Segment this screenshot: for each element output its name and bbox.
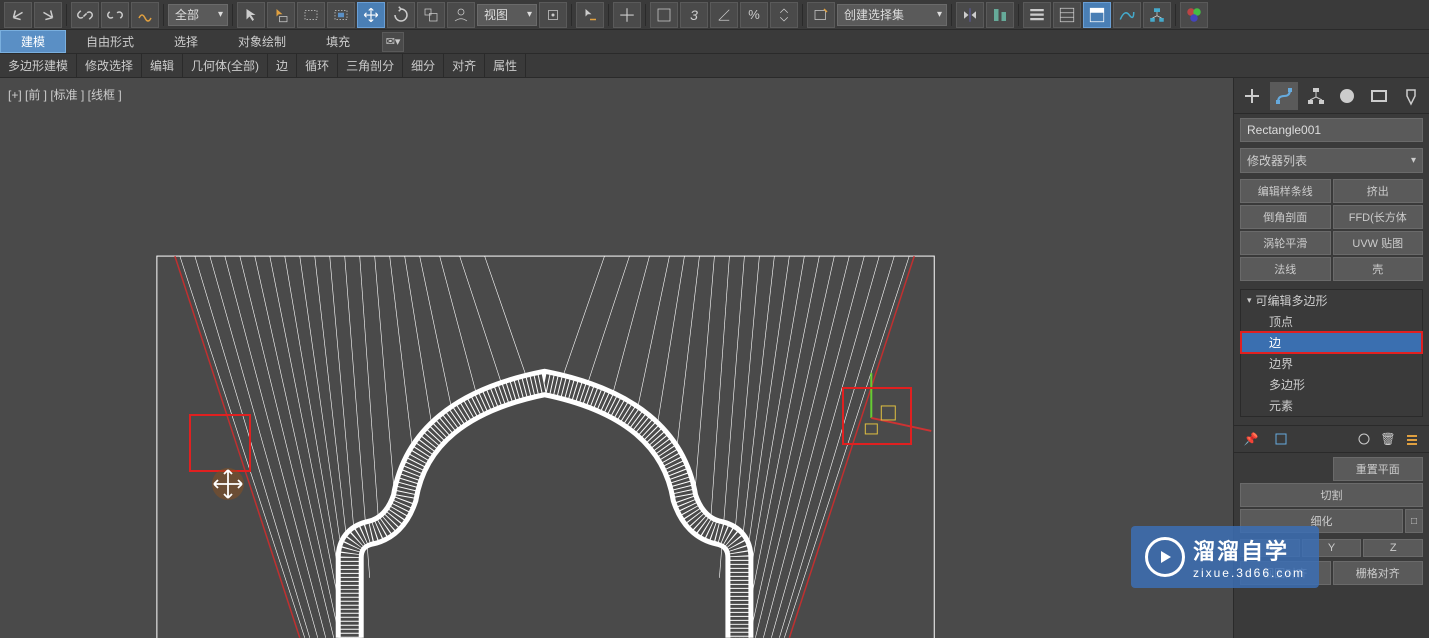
toggle-scene-explorer-button[interactable] [1023,2,1051,28]
mod-edit-spline-button[interactable]: 编辑样条线 [1240,179,1331,203]
material-editor-button[interactable] [1180,2,1208,28]
sub-geometry-all[interactable]: 几何体(全部) [183,54,268,77]
watermark-overlay: 溜溜自学 zixue.3d66.com [1131,526,1319,588]
mirror-button[interactable] [956,2,984,28]
select-and-scale-button[interactable] [417,2,445,28]
subobject-edge[interactable]: 边 [1241,332,1422,353]
stack-root-editable-poly[interactable]: 可编辑多边形 [1241,290,1422,311]
rectangular-region-button[interactable] [297,2,325,28]
unlink-button[interactable] [101,2,129,28]
bind-spacewarp-button[interactable] [131,2,159,28]
mod-extrude-button[interactable]: 挤出 [1333,179,1424,203]
ribbon-tab-populate[interactable]: 填充 [306,30,370,53]
annotation-box-right [842,387,912,445]
sub-modify-selection[interactable]: 修改选择 [77,54,142,77]
use-pivot-center-button[interactable] [539,2,567,28]
mod-turbosmooth-button[interactable]: 涡轮平滑 [1240,231,1331,255]
subobject-border[interactable]: 边界 [1241,353,1422,374]
select-by-name-button[interactable] [267,2,295,28]
create-tab-button[interactable] [1238,82,1266,110]
sub-subdivision[interactable]: 细分 [403,54,444,77]
sub-polygon-modeling[interactable]: 多边形建模 [0,54,77,77]
mod-shell-button[interactable]: 壳 [1333,257,1424,281]
move-cursor-icon [208,464,248,504]
mod-bevel-profile-button[interactable]: 倒角剖面 [1240,205,1331,229]
command-panel-tabs [1234,78,1429,114]
hierarchy-tab-button[interactable] [1302,82,1330,110]
align-button[interactable] [986,2,1014,28]
toggle-ribbon-button[interactable] [1083,2,1111,28]
ribbon-tab-freeform[interactable]: 自由形式 [66,30,154,53]
sub-edit[interactable]: 编辑 [142,54,183,77]
watermark-url: zixue.3d66.com [1193,566,1305,580]
viewport-front[interactable]: [+] [前 ] [标准 ] [线框 ] [0,78,1234,638]
curve-editor-button[interactable] [1113,2,1141,28]
modifier-list-dropdown[interactable]: 修改器列表 [1240,148,1423,173]
motion-tab-button[interactable] [1333,82,1361,110]
angle-snap-button[interactable] [710,2,738,28]
spinner-snap-button[interactable] [770,2,798,28]
undo-button[interactable] [4,2,32,28]
watermark-title: 溜溜自学 [1193,534,1305,566]
subobject-vertex[interactable]: 顶点 [1241,311,1422,332]
mod-normal-button[interactable]: 法线 [1240,257,1331,281]
sub-align[interactable]: 对齐 [444,54,485,77]
cut-button[interactable]: 切割 [1240,483,1423,507]
window-crossing-button[interactable] [327,2,355,28]
schematic-view-button[interactable] [1143,2,1171,28]
select-and-rotate-button[interactable] [387,2,415,28]
ribbon-misc-button[interactable]: ✉▾ [382,32,404,52]
grid-align-button[interactable]: 栅格对齐 [1333,561,1424,585]
pin-stack-button[interactable]: 📌 [1242,430,1260,448]
viewport-wireframe [0,78,1233,638]
edit-geometry-section: . 重置平面 切割 细化 □ [1240,457,1423,533]
ribbon-tab-object-paint[interactable]: 对象绘制 [218,30,306,53]
select-manipulate-button[interactable] [576,2,604,28]
mod-ffd-box-button[interactable]: FFD(长方体 [1333,205,1424,229]
snap-3-button[interactable]: 3 [680,2,708,28]
ribbon-tab-bar: 建模 自由形式 选择 对象绘制 填充 ✉▾ [0,30,1429,54]
stack-mini-toolbar: 📌 🗑 [1234,425,1429,453]
subobject-element[interactable]: 元素 [1241,395,1422,416]
make-unique-button[interactable] [1355,430,1373,448]
sub-tri[interactable]: 三角剖分 [338,54,403,77]
mod-uvw-map-button[interactable]: UVW 贴图 [1333,231,1424,255]
reference-coord-dropdown[interactable]: 视图 [477,4,537,26]
percent-snap-button[interactable]: % [740,2,768,28]
ribbon-tab-modeling[interactable]: 建模 [0,30,66,53]
modifier-stack: 可编辑多边形 顶点 边 边界 多边形 元素 [1240,289,1423,417]
subobject-polygon[interactable]: 多边形 [1241,374,1422,395]
sub-edges[interactable]: 边 [268,54,297,77]
display-tab-button[interactable] [1365,82,1393,110]
sub-loops[interactable]: 循环 [297,54,338,77]
select-and-place-button[interactable] [447,2,475,28]
ribbon-panel-bar: 多边形建模 修改选择 编辑 几何体(全部) 边 循环 三角剖分 细分 对齐 属性 [0,54,1429,78]
configure-sets-button[interactable] [1403,430,1421,448]
select-object-button[interactable] [237,2,265,28]
link-button[interactable] [71,2,99,28]
snap-toggle-button[interactable] [650,2,678,28]
utilities-tab-button[interactable] [1397,82,1425,110]
toggle-layer-explorer-button[interactable] [1053,2,1081,28]
named-selection-dropdown[interactable]: 创建选择集 [837,4,947,26]
modifier-quick-buttons: 编辑样条线 挤出 倒角剖面 FFD(长方体 涡轮平滑 UVW 贴图 法线 壳 [1240,179,1423,281]
constrain-z-button[interactable]: Z [1363,539,1423,557]
show-end-result-button[interactable] [1272,430,1290,448]
main-toolbar: 全部 视图 3 % 创建选择集 [0,0,1429,30]
reset-plane-button[interactable]: 重置平面 [1333,457,1424,481]
selection-filter-dropdown[interactable]: 全部 [168,4,228,26]
remove-modifier-button[interactable]: 🗑 [1379,430,1397,448]
keyboard-shortcut-override-button[interactable] [613,2,641,28]
object-name-field[interactable]: Rectangle001 [1240,118,1423,142]
play-icon [1145,537,1185,577]
redo-button[interactable] [34,2,62,28]
edit-named-selection-button[interactable] [807,2,835,28]
refine-settings-button[interactable]: □ [1405,509,1423,533]
ribbon-tab-selection[interactable]: 选择 [154,30,218,53]
modify-tab-button[interactable] [1270,82,1298,110]
sub-properties[interactable]: 属性 [485,54,526,77]
select-and-move-button[interactable] [357,2,385,28]
